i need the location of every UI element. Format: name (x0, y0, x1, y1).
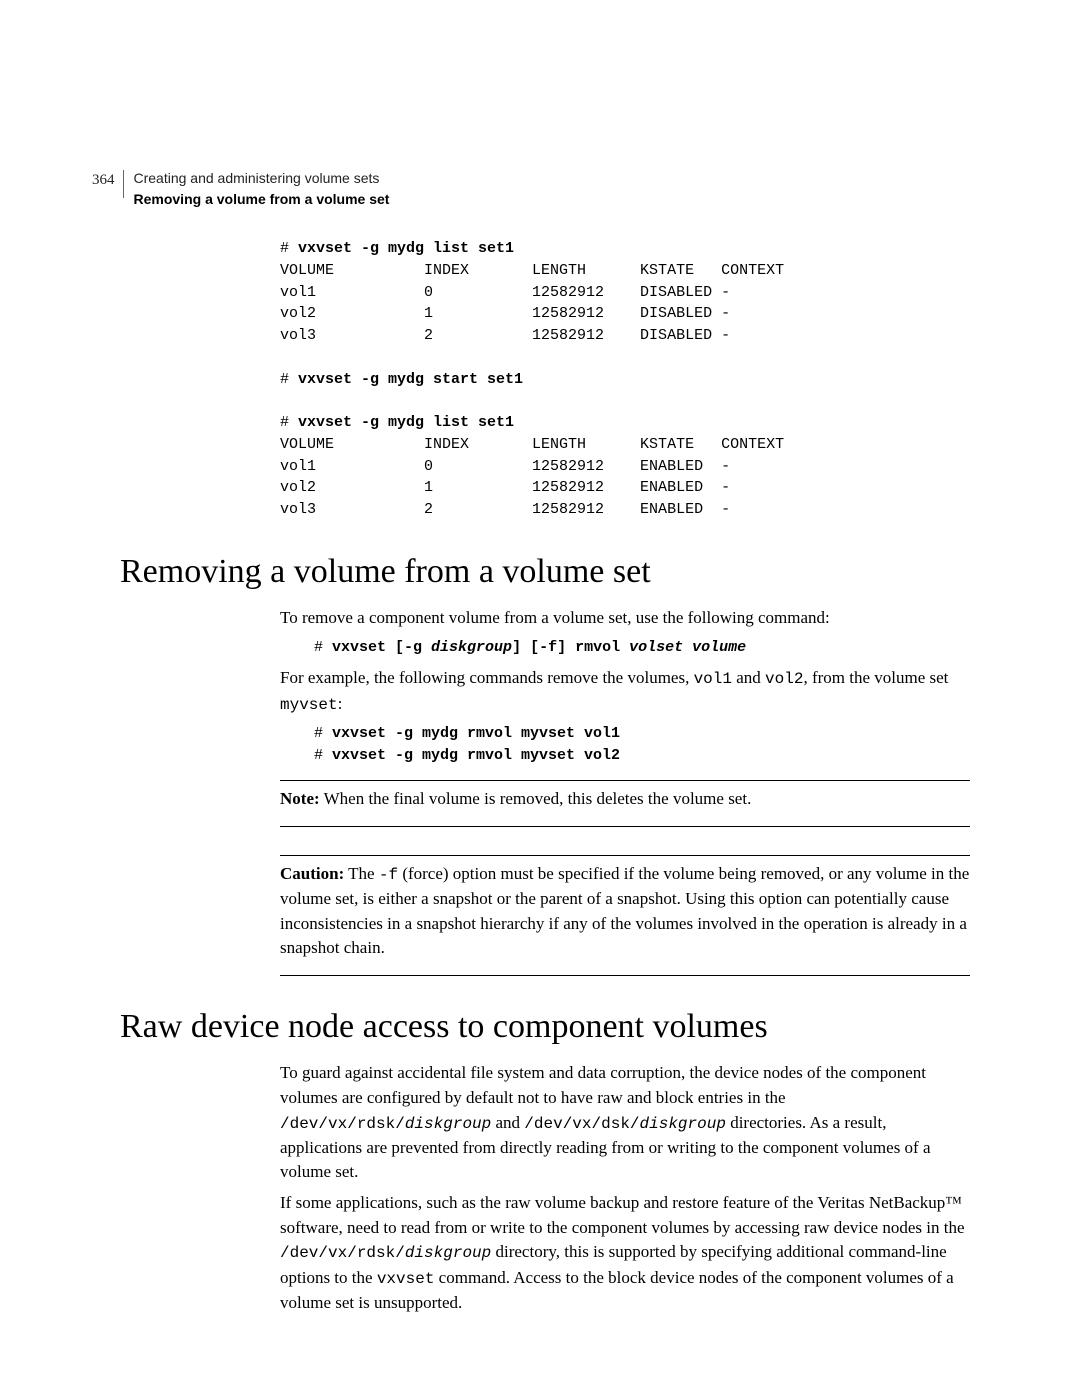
para-raw1: To guard against accidental file system … (280, 1061, 970, 1185)
heading-removing: Removing a volume from a volume set (120, 547, 970, 596)
divider (280, 826, 970, 827)
page-number: 364 (92, 170, 115, 192)
header-divider (123, 170, 124, 198)
note-block: Note: When the final volume is removed, … (280, 787, 970, 812)
code-block-list1: # vxvset -g mydg list set1 VOLUME INDEX … (280, 238, 970, 521)
syntax-rmvol: # vxvset [-g diskgroup] [-f] rmvol volse… (314, 637, 970, 659)
body-content: # vxvset -g mydg list set1 VOLUME INDEX … (280, 238, 970, 1315)
para-raw2: If some applications, such as the raw vo… (280, 1191, 970, 1315)
section-title: Removing a volume from a volume set (134, 189, 390, 209)
chapter-title: Creating and administering volume sets (134, 168, 390, 188)
page: 364 Creating and administering volume se… (0, 0, 1080, 1397)
divider (280, 975, 970, 976)
heading-raw-device: Raw device node access to component volu… (120, 1002, 970, 1051)
divider (280, 855, 970, 856)
caution-block: Caution: The -f (force) option must be s… (280, 862, 970, 961)
para-remove-example: For example, the following commands remo… (280, 666, 970, 716)
example-rmvol: # vxvset -g mydg rmvol myvset vol1 # vxv… (314, 723, 970, 767)
running-header: 364 Creating and administering volume se… (92, 168, 389, 210)
divider (280, 780, 970, 781)
para-remove-intro: To remove a component volume from a volu… (280, 606, 970, 631)
